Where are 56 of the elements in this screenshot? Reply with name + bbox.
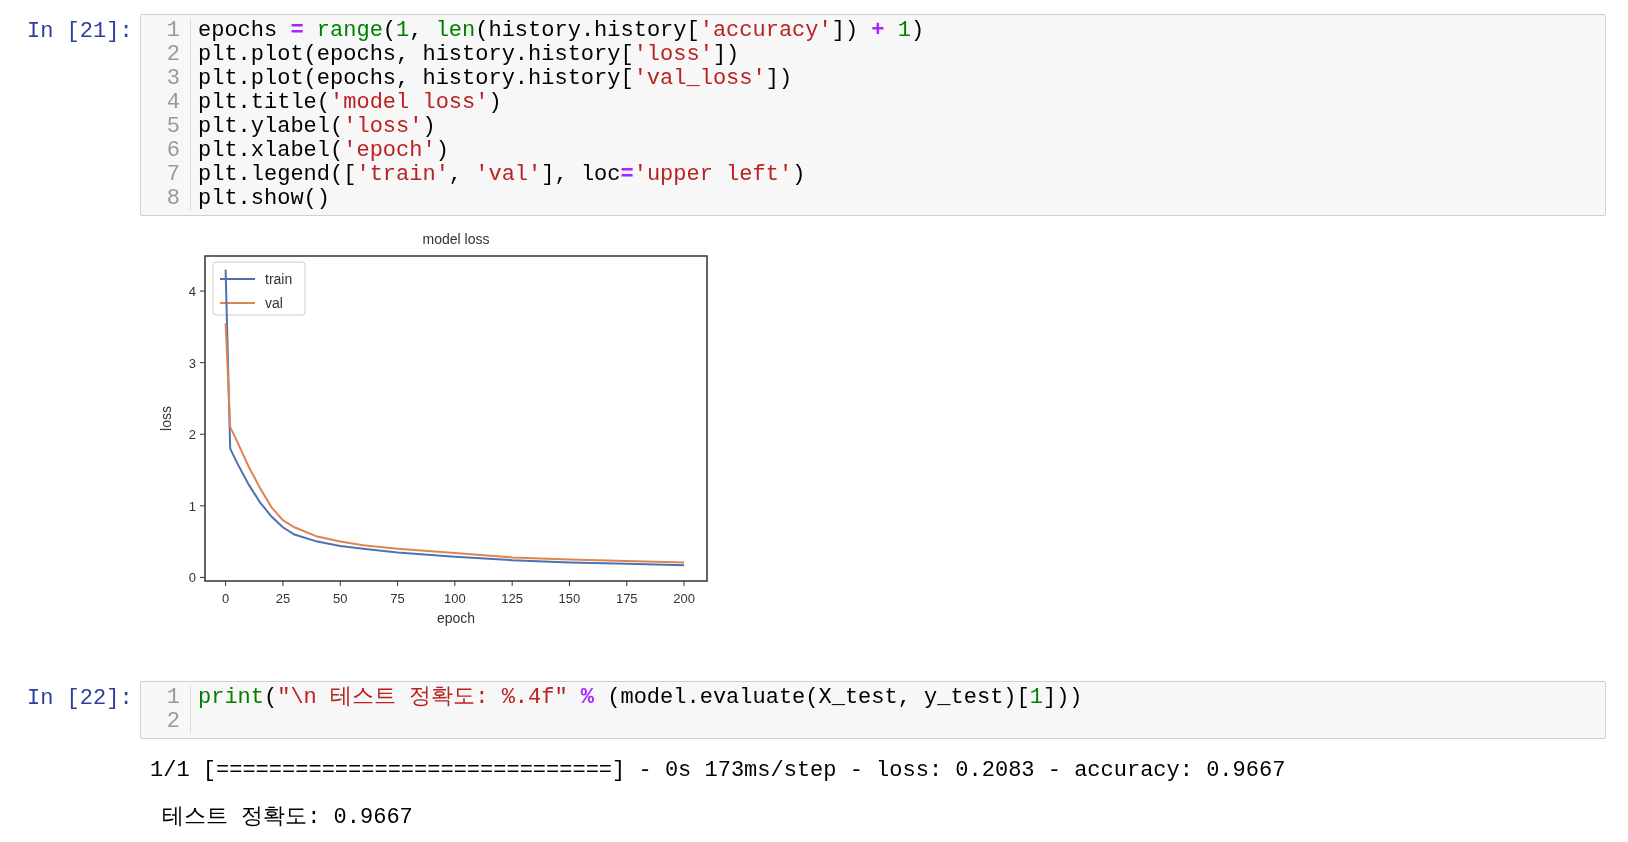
x-tick-label: 100 [444,591,466,606]
x-tick-label: 175 [615,580,638,606]
y-tick-label: 0 [188,570,196,586]
line-number: 2 [166,43,180,67]
code-line: plt.xlabel('epoch') [198,139,449,163]
legend-label: val [265,295,283,311]
output-text: 테스트 정확도: 0.9667 [161,806,413,830]
line-number: 5 [166,115,180,139]
x-tick-label: 125 [501,591,524,606]
line-number: 1 [166,19,180,43]
x-tick-label: 175 [615,591,638,606]
x-tick-label: 50 [333,580,348,606]
y-tick-label: 3 [188,355,206,371]
x-tick-label: 150 [558,591,581,606]
code-line: plt.legend(['train', 'val'], loc='upper left') [198,163,806,187]
x-tick-label: 75 [390,580,405,606]
line-number: 2 [166,710,180,734]
y-tick-label: 2 [188,427,206,443]
x-tick-label: 75 [390,591,405,606]
line-number: 4 [166,91,180,115]
x-tick-label: 200 [673,591,695,606]
x-tick-label: 200 [673,580,695,606]
x-tick-label: 0 [222,580,230,606]
chart-title: model loss [422,231,490,247]
y-tick-label: 1 [188,498,206,514]
y-axis-label: loss [158,406,174,431]
y-tick-label: 4 [188,284,206,300]
line-number: 6 [166,139,180,163]
y-tick-label: 1 [188,498,196,514]
y-tick-label: 3 [188,355,196,371]
code-line: plt.plot(epochs, history.history['loss']) [198,43,740,67]
output-text: 1/1 [==============================] - 0s 173ms/step - loss: 0.2083 - accuracy: 0.9667 [150,759,1286,783]
code-line: epochs = range(1, len(history.history['accuracy']) + 1) [198,19,925,43]
line-number: 3 [166,67,180,91]
x-tick-label: 100 [444,580,466,606]
x-tick-label: 0 [222,591,230,606]
prompt-label: In [22]: [26,685,134,711]
x-tick-label: 25 [275,580,291,606]
legend-label: train [265,271,293,287]
code-line: plt.show() [198,187,331,211]
code-line: plt.title('model loss') [198,91,502,115]
code-line: print("\n 테스트 정확도: %.4f" % (model.evaluate(X_test, y_test)[1])) [198,686,1083,710]
line-number: 7 [166,163,180,187]
y-tick-label: 4 [188,284,196,300]
code-line: plt.ylabel('loss') [198,115,436,139]
y-tick-label: 2 [188,427,196,443]
code-line: plt.plot(epochs, history.history['val_loss']) [198,67,793,91]
line-number: 1 [166,686,180,710]
x-tick-label: 25 [275,591,291,606]
x-tick-label: 50 [333,591,348,606]
y-tick-label: 0 [188,570,206,586]
x-tick-label: 125 [501,580,523,606]
line-number: 8 [166,187,180,211]
prompt-label: In [21]: [26,18,134,44]
x-tick-label: 150 [558,580,581,606]
x-axis-label: epoch [436,610,476,626]
